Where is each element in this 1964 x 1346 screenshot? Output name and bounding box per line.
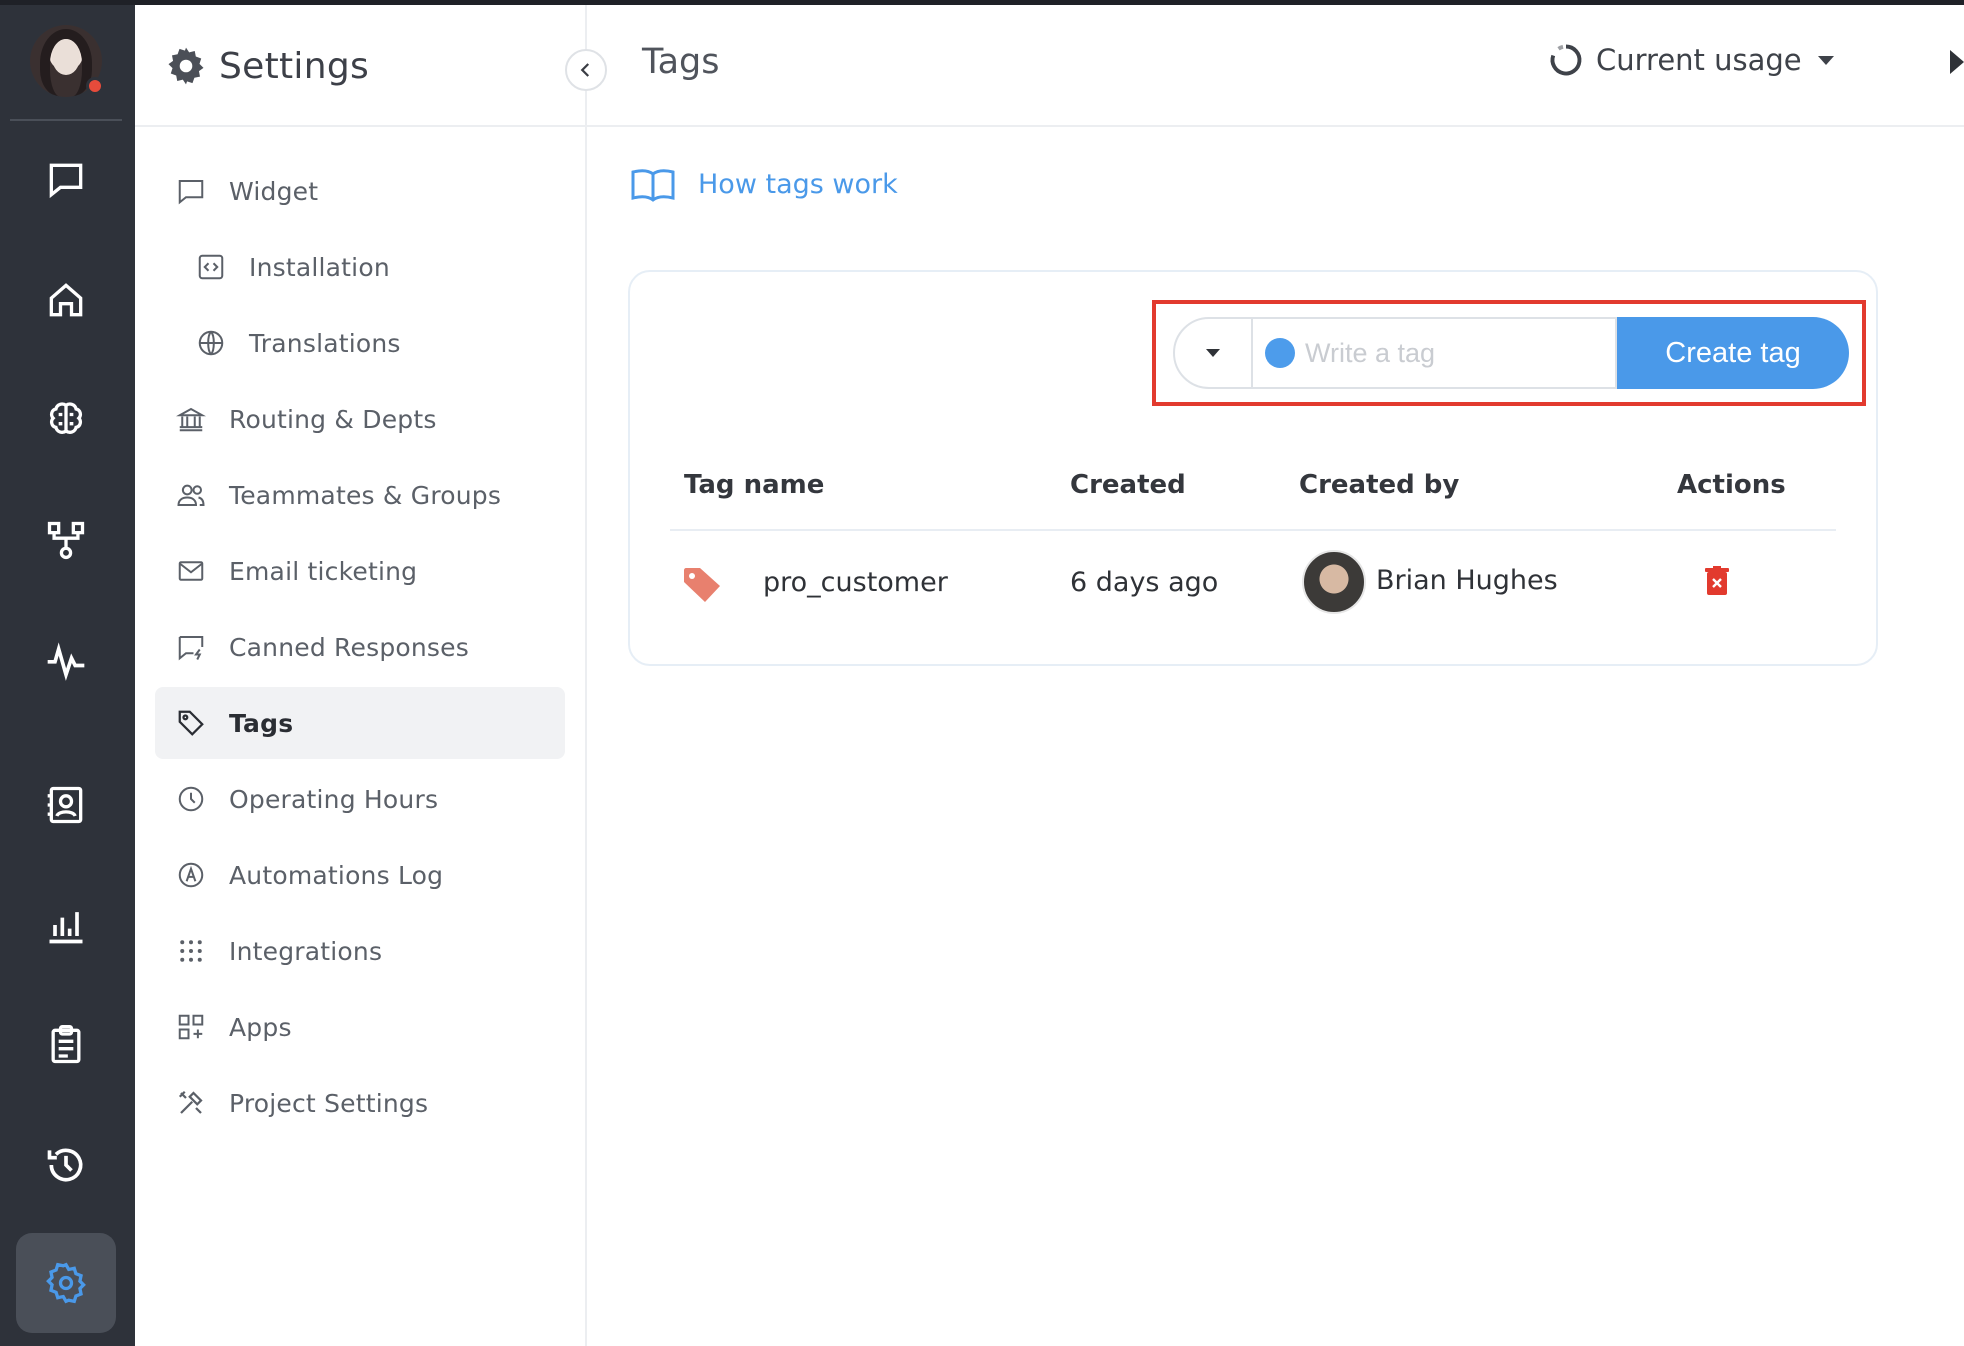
current-usage-dropdown[interactable]: Current usage (1548, 42, 1836, 78)
how-tags-work-link[interactable]: How tags work (630, 166, 898, 202)
column-header-created-by[interactable]: Created by (1299, 470, 1459, 500)
sidebar-item-integrations[interactable]: Integrations (155, 915, 565, 987)
tag-name-cell: pro_customer (763, 567, 948, 598)
status-dot (86, 77, 104, 95)
settings-gear-icon[interactable] (36, 1253, 96, 1313)
rail-divider (10, 119, 122, 121)
tag-input-wrapper (1253, 317, 1617, 389)
inbox-icon[interactable] (36, 150, 96, 210)
user-avatar[interactable] (30, 25, 104, 97)
settings-header: Settings (165, 45, 369, 87)
sidebar-item-label: Email ticketing (229, 556, 418, 586)
created-cell: 6 days ago (1070, 567, 1219, 598)
sidebar-item-label: Project Settings (229, 1088, 429, 1118)
activity-icon[interactable] (36, 630, 96, 690)
bank-icon (175, 403, 207, 435)
header-divider (135, 125, 1964, 127)
sidebar-item-project-settings[interactable]: Project Settings (155, 1067, 565, 1139)
sidebar-item-email-ticketing[interactable]: Email ticketing (155, 535, 565, 607)
sidebar-item-label: Routing & Depts (229, 404, 437, 434)
people-icon (175, 479, 207, 511)
sidebar-item-label: Apps (229, 1012, 292, 1042)
sidebar-item-tags[interactable]: Tags (155, 687, 565, 759)
flow-icon[interactable] (36, 510, 96, 570)
sidebar-item-label: Tags (229, 708, 294, 738)
chat-lightning-icon (175, 631, 207, 663)
sidebar-item-label: Teammates & Groups (229, 480, 502, 510)
tag-name-input[interactable] (1305, 337, 1605, 369)
tools-icon (175, 1087, 207, 1119)
brain-icon[interactable] (36, 390, 96, 450)
sidebar-item-canned-responses[interactable]: Canned Responses (155, 611, 565, 683)
chevron-left-icon (580, 63, 590, 77)
home-icon[interactable] (36, 270, 96, 330)
page-title: Tags (642, 42, 720, 82)
code-icon (195, 251, 227, 283)
sidebar-item-operating-hours[interactable]: Operating Hours (155, 763, 565, 835)
sidebar-item-label: Integrations (229, 936, 383, 966)
sidebar-item-label: Operating Hours (229, 784, 439, 814)
chat-square-icon (175, 175, 207, 207)
clock-icon (175, 783, 207, 815)
clipboard-icon[interactable] (36, 1015, 96, 1075)
history-icon[interactable] (36, 1135, 96, 1195)
sidebar-item-routing[interactable]: Routing & Depts (155, 383, 565, 455)
circle-a-icon (175, 859, 207, 891)
sidebar-item-installation[interactable]: Installation (155, 231, 565, 303)
caret-down-icon (1817, 56, 1834, 65)
sidebar-item-teammates[interactable]: Teammates & Groups (155, 459, 565, 531)
app-rail (0, 5, 135, 1346)
apps-icon (175, 1011, 207, 1043)
usage-ring-icon (1550, 44, 1582, 76)
play-arrow-icon[interactable] (1948, 48, 1964, 76)
tag-icon (684, 568, 720, 602)
how-tags-work-label: How tags work (698, 168, 898, 200)
sidebar-item-label: Installation (249, 252, 390, 282)
sidebar-item-label: Automations Log (229, 860, 444, 890)
grid-dots-icon (175, 935, 207, 967)
sidebar-item-label: Translations (249, 328, 401, 358)
tag-icon (175, 707, 207, 739)
caret-down-icon (1206, 349, 1220, 357)
create-tag-form: Create tag (1173, 317, 1849, 389)
globe-icon (195, 327, 227, 359)
creator-avatar (1302, 550, 1366, 614)
sidebar-item-translations[interactable]: Translations (155, 307, 565, 379)
settings-sidebar: Settings Widget Installation Translation… (135, 5, 607, 1346)
settings-title: Settings (219, 45, 370, 87)
trash-icon[interactable] (1704, 566, 1730, 596)
create-tag-button[interactable]: Create tag (1617, 317, 1849, 389)
collapse-sidebar-button[interactable] (565, 49, 607, 91)
table-header-divider (670, 529, 1836, 531)
sidebar-item-label: Widget (229, 176, 319, 206)
sidebar-item-label: Canned Responses (229, 632, 469, 662)
tag-color-dropdown[interactable] (1173, 317, 1253, 389)
book-icon (631, 169, 675, 202)
sidebar-item-widget[interactable]: Widget (155, 155, 565, 227)
column-header-created[interactable]: Created (1070, 470, 1186, 500)
bar-chart-icon[interactable] (36, 895, 96, 955)
sidebar-item-automations-log[interactable]: Automations Log (155, 839, 565, 911)
column-header-tag-name[interactable]: Tag name (684, 470, 824, 500)
gear-icon (168, 47, 204, 85)
sidebar-item-apps[interactable]: Apps (155, 991, 565, 1063)
created-by-cell: Brian Hughes (1376, 565, 1558, 596)
column-header-actions: Actions (1677, 470, 1786, 500)
current-usage-label: Current usage (1596, 43, 1802, 77)
contacts-icon[interactable] (36, 775, 96, 835)
tag-color-swatch (1265, 338, 1295, 368)
envelope-icon (175, 555, 207, 587)
